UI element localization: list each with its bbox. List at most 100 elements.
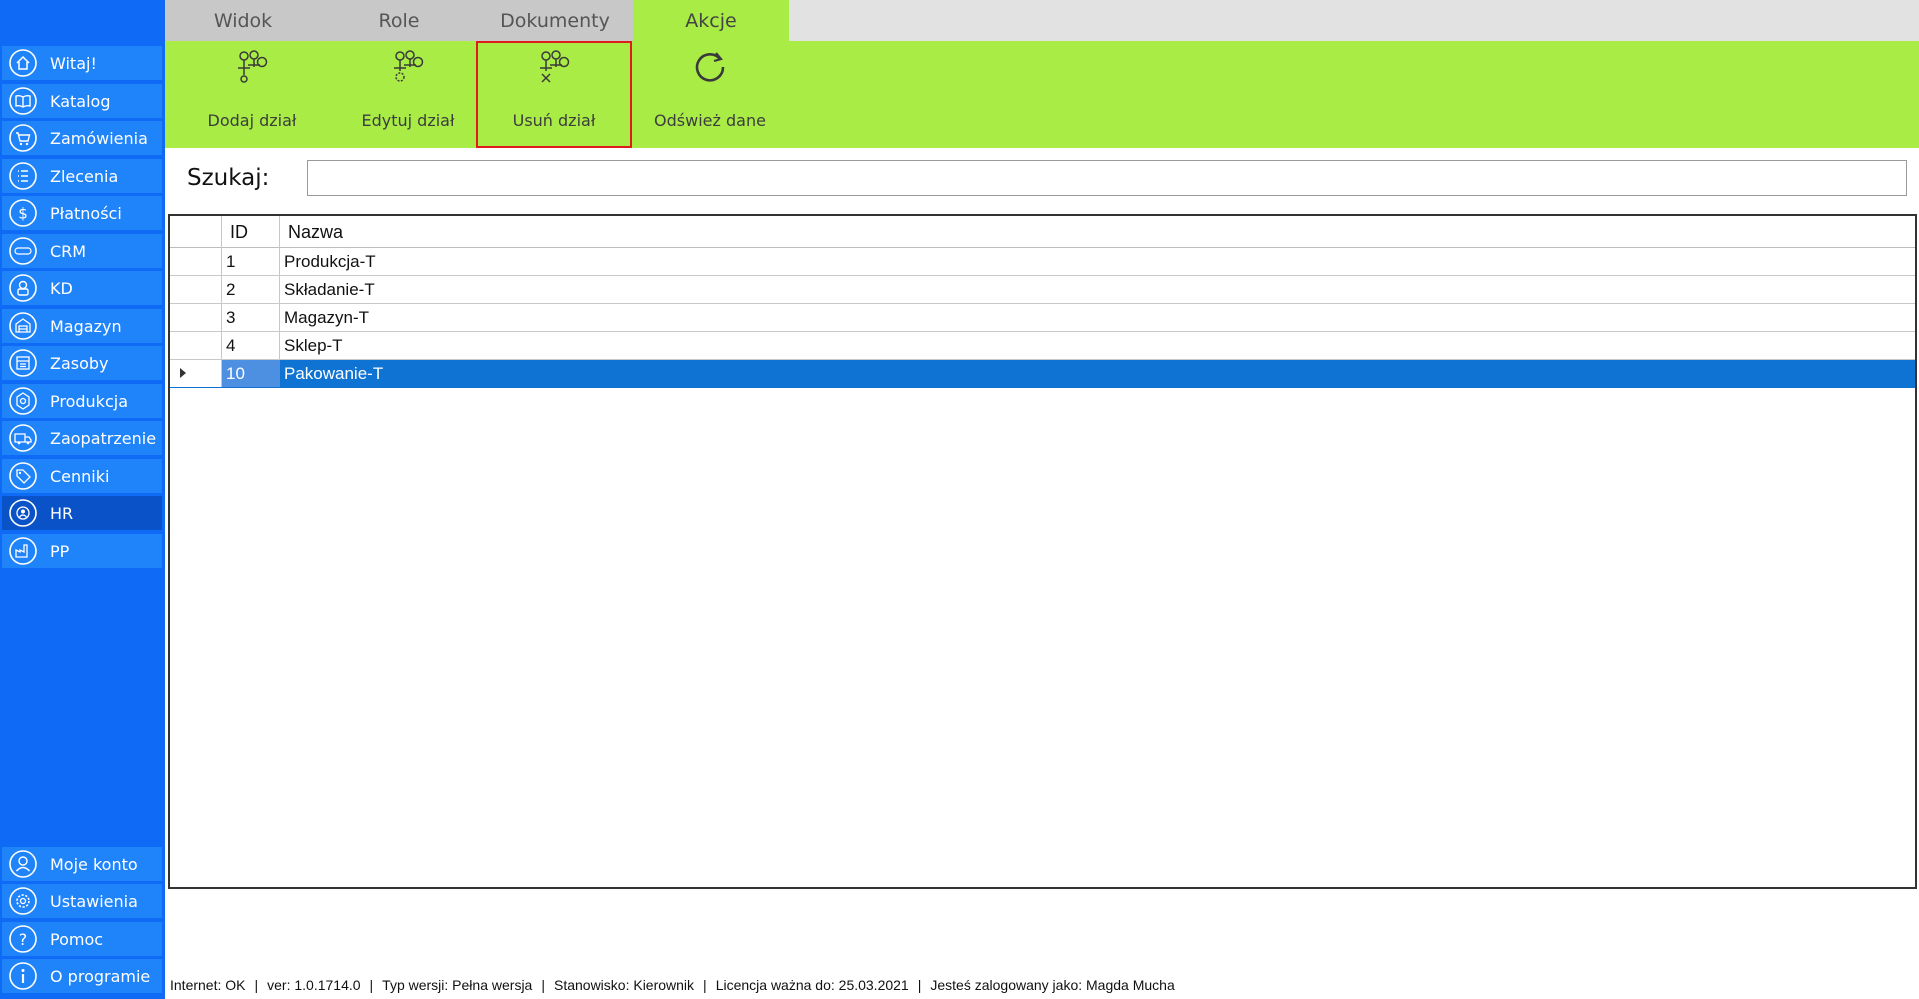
table-row[interactable]: 1 Produkcja-T (170, 248, 1915, 276)
status-type: Typ wersji: Pełna wersja (382, 977, 533, 993)
user-icon (9, 850, 37, 878)
add-department-button[interactable]: Dodaj dział (174, 41, 330, 148)
sidebar-item-label: KD (50, 278, 73, 298)
truck-icon (9, 424, 37, 452)
sidebar: Witaj! Katalog Zamówienia Zlecenia $ Pła… (0, 0, 165, 999)
table-row[interactable]: 2 Składanie-T (170, 276, 1915, 304)
sidebar-item-witaj[interactable]: Witaj! (2, 46, 162, 80)
current-row-arrow-icon (180, 368, 186, 378)
edit-department-button[interactable]: Edytuj dział (330, 41, 486, 148)
sidebar-item-label: Zaopatrzenie (50, 428, 157, 448)
table-row-selected[interactable]: 10 Pakowanie-T (170, 360, 1915, 388)
sidebar-item-label: Katalog (50, 91, 111, 111)
sidebar-item-produkcja[interactable]: Produkcja (2, 384, 162, 418)
sidebar-item-zasoby[interactable]: Zasoby (2, 346, 162, 380)
row-selector[interactable] (170, 304, 222, 331)
sidebar-item-pomoc[interactable]: ? Pomoc (2, 922, 162, 956)
table-row[interactable]: 4 Sklep-T (170, 332, 1915, 360)
edit-department-label: Edytuj dział (361, 111, 455, 130)
add-department-label: Dodaj dział (207, 111, 297, 130)
row-selector[interactable] (170, 332, 222, 359)
sidebar-item-cenniki[interactable]: Cenniki (2, 459, 162, 493)
status-position: Stanowisko: Kierownik (553, 977, 695, 993)
status-separator: | (541, 977, 545, 993)
status-bar: Internet: OK | ver: 1.0.1714.0 | Typ wersji:… (170, 977, 1175, 993)
book-icon (9, 87, 37, 115)
hr-icon (9, 499, 37, 527)
refresh-button[interactable]: Odśwież dane (632, 41, 788, 148)
sidebar-item-label: Zasoby (50, 353, 109, 373)
status-separator: | (254, 977, 259, 993)
sidebar-item-zlecenia[interactable]: Zlecenia (2, 159, 162, 193)
sidebar-item-label: Zlecenia (50, 166, 119, 186)
cell-nazwa: Produkcja-T (284, 252, 376, 271)
row-selector-header (170, 216, 222, 248)
column-header-id: ID (230, 222, 248, 242)
sidebar-item-label: PP (50, 541, 70, 561)
home-icon (9, 49, 37, 77)
sidebar-item-pp[interactable]: PP (2, 534, 162, 568)
refresh-icon (695, 52, 725, 82)
sidebar-item-label: O programie (50, 966, 151, 986)
sidebar-item-katalog[interactable]: Katalog (2, 84, 162, 118)
status-separator: | (917, 977, 922, 993)
sidebar-item-label: Witaj! (50, 53, 97, 73)
cell-id: 1 (222, 248, 280, 275)
production-icon (9, 387, 37, 415)
row-selector[interactable] (170, 276, 222, 303)
gear-icon (9, 887, 37, 915)
departments-grid: ID Nazwa 1 Produkcja-T 2 Składanie-T 3 M… (168, 214, 1917, 889)
sidebar-item-zamowienia[interactable]: Zamówienia (2, 121, 162, 155)
resources-icon (9, 349, 37, 377)
sidebar-item-crm[interactable]: CRM (2, 234, 162, 268)
cell-nazwa: Pakowanie-T (284, 364, 384, 383)
cell-nazwa: Składanie-T (284, 280, 375, 299)
row-selector[interactable] (170, 360, 222, 387)
status-user: Jesteś zalogowany jako: Magda Mucha (930, 977, 1175, 993)
sidebar-item-label: Magazyn (50, 316, 122, 336)
column-header-nazwa[interactable]: Nazwa (288, 216, 343, 248)
factory-icon (9, 537, 37, 565)
delete-department-button[interactable]: Usuń dział (476, 41, 632, 148)
sidebar-item-zaopatrzenie[interactable]: Zaopatrzenie (2, 421, 162, 455)
status-internet: Internet: OK (170, 977, 246, 993)
sidebar-item-label: HR (50, 503, 74, 523)
ribbon-toolbar: Dodaj dział Edytuj dział Usuń dział Odśw… (165, 41, 1919, 148)
help-icon: ? (9, 925, 37, 953)
cell-id: 3 (222, 304, 280, 331)
cart-icon (9, 124, 37, 152)
status-separator: | (369, 977, 374, 993)
sidebar-item-ustawienia[interactable]: Ustawienia (2, 884, 162, 918)
cell-nazwa: Sklep-T (284, 336, 343, 355)
row-selector[interactable] (170, 248, 222, 275)
svg-text:?: ? (19, 930, 28, 949)
tab-dokumenty[interactable]: Dokumenty (477, 0, 633, 41)
tab-bar: Widok Role Dokumenty Akcje (165, 0, 1919, 41)
sidebar-item-moje-konto[interactable]: Moje konto (2, 847, 162, 881)
sidebar-item-platnosci[interactable]: $ Płatności (2, 196, 162, 230)
sidebar-item-magazyn[interactable]: Magazyn (2, 309, 162, 343)
cell-id: 10 (222, 360, 280, 387)
search-label: Szukaj: (187, 165, 270, 191)
edit-department-icon (394, 50, 424, 82)
sidebar-item-label: Cenniki (50, 466, 110, 486)
tab-akcje[interactable]: Akcje (633, 0, 789, 41)
delete-department-label: Usuń dział (512, 111, 596, 130)
sidebar-item-label: Płatności (50, 203, 122, 223)
table-row[interactable]: 3 Magazyn-T (170, 304, 1915, 332)
info-icon (9, 962, 37, 990)
sidebar-item-label: Produkcja (50, 391, 128, 411)
search-input[interactable] (307, 160, 1907, 196)
lock-person-icon (9, 274, 37, 302)
sidebar-item-hr[interactable]: HR (2, 496, 162, 530)
sidebar-item-o-programie[interactable]: O programie (2, 959, 162, 993)
tab-role[interactable]: Role (321, 0, 477, 41)
sidebar-item-kd[interactable]: KD (2, 271, 162, 305)
tab-widok[interactable]: Widok (165, 0, 321, 41)
add-department-icon (238, 50, 268, 83)
sidebar-item-label: Moje konto (50, 854, 138, 874)
cell-nazwa: Magazyn-T (284, 308, 370, 327)
sidebar-item-label: Zamówienia (50, 128, 148, 148)
sidebar-item-label: CRM (50, 241, 87, 261)
cell-id: 4 (222, 332, 280, 359)
